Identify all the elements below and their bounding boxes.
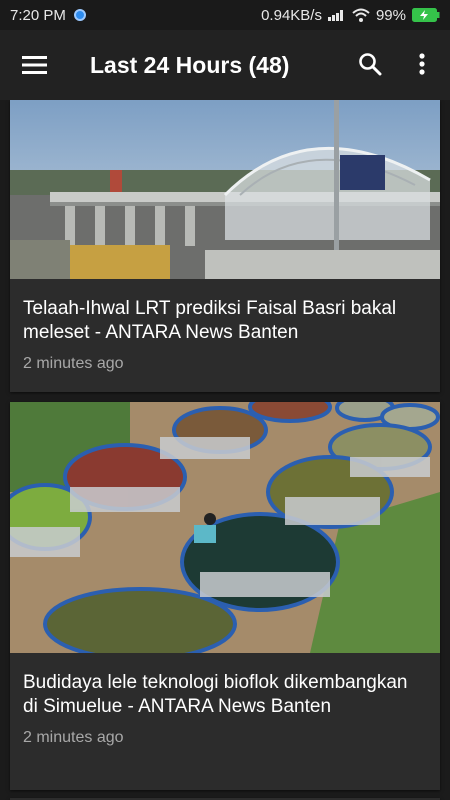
lrt-elevated-station-photo — [10, 100, 440, 279]
news-card[interactable]: Budidaya lele teknologi bioflok dikemban… — [10, 402, 440, 790]
page-title: Last 24 Hours (48) — [90, 51, 290, 78]
overflow-menu-icon — [419, 53, 425, 75]
news-card-time: 2 minutes ago — [23, 729, 124, 746]
news-card-title: Telaah-Ihwal LRT prediksi Faisal Basri b… — [23, 298, 397, 343]
status-bar: 7:20 PM 0.94KB/s 99% — [0, 0, 450, 30]
menu-button[interactable] — [0, 30, 70, 100]
network-speed: 0.94KB/s — [261, 6, 322, 24]
news-card-title: Budidaya lele teknologi bioflok dikemban… — [23, 672, 408, 717]
battery-charging-icon — [412, 8, 440, 22]
app-notification-icon — [73, 9, 86, 21]
overflow-menu-button[interactable] — [402, 44, 442, 84]
signal-icon — [327, 10, 343, 21]
hamburger-menu-icon — [22, 56, 47, 74]
news-feed[interactable]: Telaah-Ihwal LRT prediksi Faisal Basri b… — [0, 100, 450, 800]
search-icon — [359, 53, 382, 76]
status-time: 7:20 PM — [10, 6, 66, 24]
battery-percent: 99% — [375, 6, 406, 24]
search-button[interactable] — [350, 44, 390, 84]
app-bar: Last 24 Hours (48) — [0, 30, 450, 100]
news-card-time: 2 minutes ago — [23, 355, 124, 372]
wifi-icon — [352, 8, 370, 22]
biofloc-catfish-ponds-photo — [10, 402, 440, 653]
news-card[interactable]: Telaah-Ihwal LRT prediksi Faisal Basri b… — [10, 100, 440, 392]
